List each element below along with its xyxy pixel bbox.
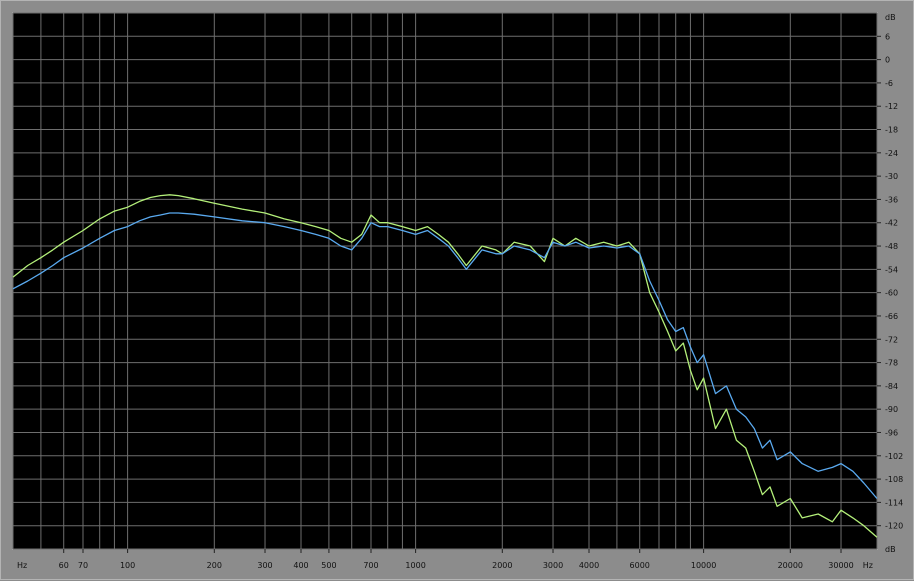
x-tick-label: 1000: [405, 561, 425, 570]
y-tick-label: -84: [885, 382, 898, 391]
x-tick-label: 300: [257, 561, 272, 570]
x-tick-label: 60: [59, 561, 69, 570]
x-tick-label: 30000: [828, 561, 853, 570]
y-tick-label: -96: [885, 428, 898, 437]
y-tick-label: -6: [885, 79, 893, 88]
x-unit-label-right: Hz: [863, 561, 873, 570]
y-tick-label: -48: [885, 242, 898, 251]
y-tick-label: -60: [885, 289, 898, 298]
y-tick-label: -42: [885, 219, 898, 228]
y-tick-label: -30: [885, 172, 898, 181]
y-tick-label: -36: [885, 195, 898, 204]
x-tick-label: 3000: [543, 561, 563, 570]
y-tick-label: -78: [885, 359, 898, 368]
x-tick-label: 200: [207, 561, 222, 570]
x-tick-label: 100: [120, 561, 135, 570]
x-tick-label: 700: [363, 561, 378, 570]
spectrum-analyzer-frame: 60 70 100 200 300 400 500 700 1000 2000 3000 4000 60…: [0, 0, 914, 580]
y-unit-label-bottom: dB: [885, 545, 896, 554]
y-tick-label: -18: [885, 126, 898, 135]
x-axis-ticks: 60 70 100 200 300 400 500 700 1000 2000 3000 4000 60…: [59, 549, 854, 570]
y-unit-label-top: dB: [885, 13, 896, 22]
x-tick-label: 4000: [579, 561, 599, 570]
x-tick-label: 10000: [691, 561, 716, 570]
plot-area: [12, 12, 878, 550]
frequency-response-chart: 60 70 100 200 300 400 500 700 1000 2000 3000 4000 60…: [12, 12, 903, 570]
x-tick-label: 2000: [492, 561, 512, 570]
y-tick-label: -24: [885, 149, 898, 158]
y-tick-label: 0: [885, 56, 890, 65]
y-tick-label: -54: [885, 265, 898, 274]
y-tick-label: 6: [885, 32, 890, 41]
y-tick-label: -66: [885, 312, 898, 321]
x-tick-label: 20000: [778, 561, 803, 570]
x-tick-label: 400: [293, 561, 308, 570]
y-tick-label: -114: [885, 498, 903, 507]
y-axis-ticks: 6 0 -6 -12 -18 -24 -30 -36 -42 -48 -54 -60 -66 -72 -78…: [877, 32, 903, 531]
y-tick-label: -72: [885, 335, 898, 344]
y-tick-label: -90: [885, 405, 898, 414]
x-unit-label-left: Hz: [17, 561, 27, 570]
y-tick-label: -120: [885, 522, 903, 531]
y-tick-label: -102: [885, 452, 903, 461]
x-tick-label: 70: [78, 561, 88, 570]
x-tick-label: 6000: [630, 561, 650, 570]
y-tick-label: -108: [885, 475, 903, 484]
y-tick-label: -12: [885, 102, 898, 111]
x-tick-label: 500: [321, 561, 336, 570]
